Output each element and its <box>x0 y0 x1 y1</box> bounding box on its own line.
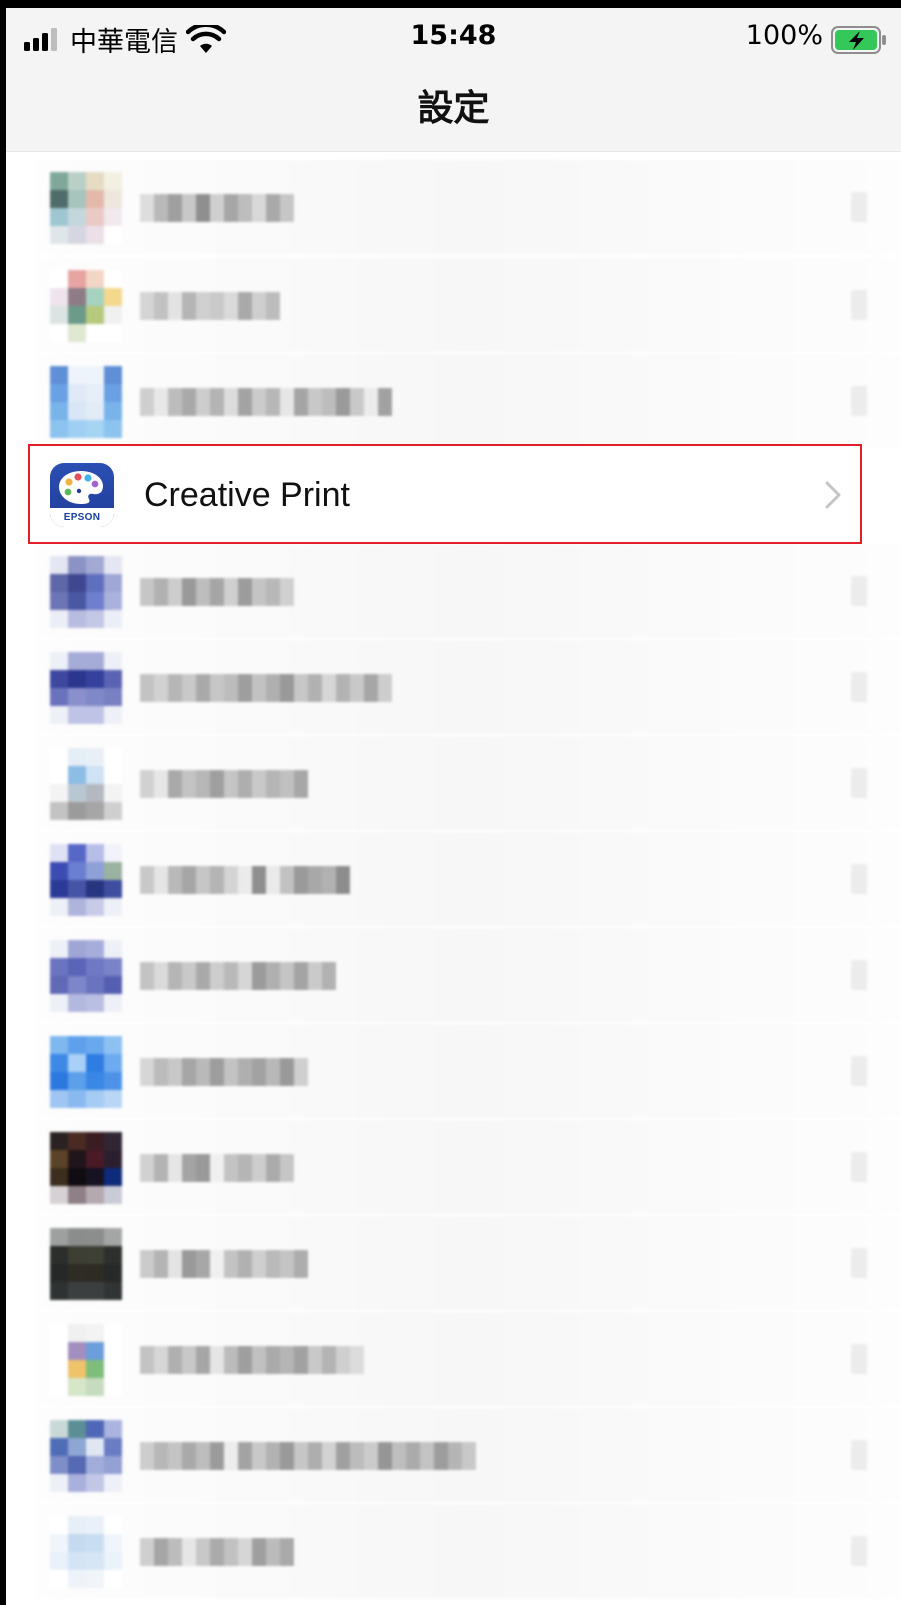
app-icon <box>50 1516 122 1588</box>
chevron-right-icon <box>851 1248 867 1278</box>
list-item[interactable] <box>6 640 901 734</box>
app-icon <box>50 1324 122 1396</box>
list-item[interactable] <box>6 1312 901 1406</box>
chevron-right-icon <box>851 386 867 416</box>
app-icon <box>50 940 122 1012</box>
app-name <box>140 194 294 222</box>
app-icon <box>50 652 122 724</box>
list-item[interactable] <box>6 160 901 254</box>
list-item[interactable] <box>6 544 901 638</box>
chevron-right-icon <box>851 1536 867 1566</box>
list-item[interactable] <box>6 1504 901 1598</box>
app-name <box>140 962 336 990</box>
app-name <box>140 1058 308 1086</box>
app-name <box>140 578 294 606</box>
app-name <box>140 1538 294 1566</box>
app-icon <box>50 1036 122 1108</box>
chevron-right-icon <box>851 1344 867 1374</box>
app-name <box>140 292 280 320</box>
epson-creative-print-icon: EPSON <box>50 463 114 527</box>
list-item[interactable] <box>6 736 901 830</box>
list-item[interactable] <box>6 354 901 448</box>
navigation-bar: 設定 <box>6 66 901 152</box>
battery-percentage: 100% <box>745 20 823 51</box>
page-title: 設定 <box>417 88 490 129</box>
settings-app-list[interactable] <box>6 152 901 1605</box>
chevron-right-icon <box>851 290 867 320</box>
list-item[interactable] <box>6 832 901 926</box>
app-name <box>140 770 308 798</box>
frame-left-edge <box>0 0 6 1605</box>
list-item[interactable] <box>6 1024 901 1118</box>
brand-label: EPSON <box>50 508 114 527</box>
list-item[interactable] <box>6 1120 901 1214</box>
app-name-label: Creative Print <box>144 476 350 514</box>
app-icon <box>50 1132 122 1204</box>
chevron-right-icon <box>851 672 867 702</box>
battery-charging-icon <box>831 26 886 54</box>
chevron-right-icon <box>851 1056 867 1086</box>
list-item[interactable] <box>6 258 901 352</box>
creative-print-row[interactable]: EPSON Creative Print <box>28 444 862 544</box>
app-icon <box>50 844 122 916</box>
chevron-right-icon <box>851 864 867 894</box>
chevron-right-icon <box>851 768 867 798</box>
chevron-right-icon <box>851 960 867 990</box>
app-icon <box>50 1420 122 1492</box>
app-name <box>140 866 350 894</box>
app-name <box>140 674 392 702</box>
app-icon <box>50 1228 122 1300</box>
chevron-right-icon <box>851 1440 867 1470</box>
chevron-right-icon <box>851 1152 867 1182</box>
app-name <box>140 388 392 416</box>
status-bar: 中華電信 15:48 100% <box>6 8 901 66</box>
app-icon <box>50 748 122 820</box>
app-icon <box>50 556 122 628</box>
list-item[interactable] <box>6 1216 901 1310</box>
chevron-right-icon <box>851 576 867 606</box>
app-name <box>140 1154 294 1182</box>
list-item[interactable] <box>6 1408 901 1502</box>
frame-top-edge <box>0 0 901 8</box>
app-icon <box>50 366 122 438</box>
palette-icon <box>59 471 103 504</box>
app-name <box>140 1346 364 1374</box>
list-item[interactable] <box>6 928 901 1022</box>
app-name <box>140 1250 308 1278</box>
app-name <box>140 1442 476 1470</box>
chevron-right-icon <box>825 481 841 509</box>
app-icon <box>50 172 122 244</box>
app-icon <box>50 270 122 342</box>
chevron-right-icon <box>851 192 867 222</box>
